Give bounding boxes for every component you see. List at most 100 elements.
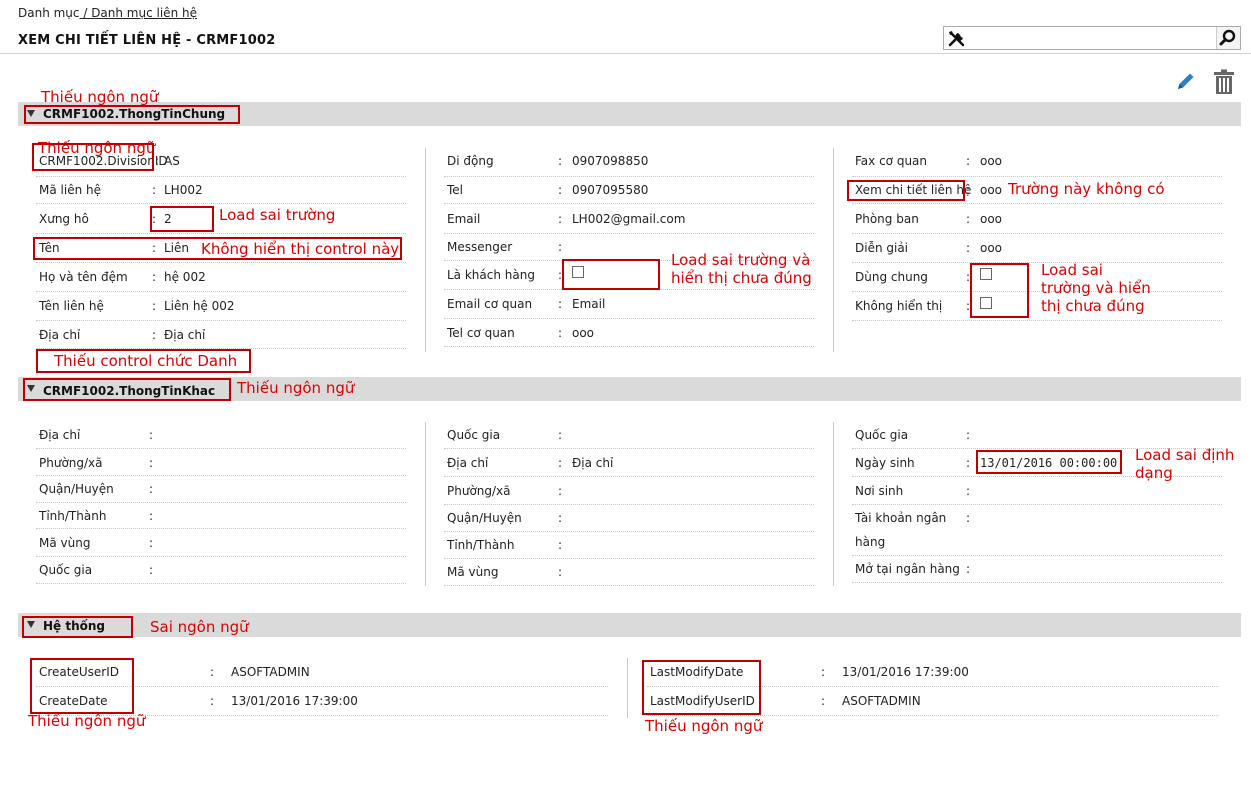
row-divider <box>852 262 1222 263</box>
annotation-box <box>847 180 965 201</box>
annotation-box <box>562 259 660 290</box>
field-value-tel: 0907095580 <box>572 183 649 197</box>
field-label-district: Quận/Huyện <box>39 482 114 496</box>
annotation-box <box>150 206 214 232</box>
field-label-work-tel: Tel cơ quan <box>447 326 515 340</box>
colon: : <box>558 511 563 525</box>
field-label-department: Phòng ban <box>855 212 919 226</box>
row-divider <box>852 320 1222 321</box>
field-value-create-user: ASOFTADMIN <box>231 665 310 679</box>
row-divider <box>852 176 1222 177</box>
colon: : <box>558 456 563 470</box>
colon: : <box>821 665 826 679</box>
colon: : <box>558 428 563 442</box>
colon: : <box>966 241 971 255</box>
field-label-province: Tỉnh/Thành <box>447 538 515 552</box>
annotation-wrong-field-display-line2: hiển thị chưa đúng <box>671 269 812 287</box>
field-label-bank-account: Tài khoản ngân <box>855 511 947 525</box>
annotation-missing-language: Thiếu ngôn ngữ <box>645 717 763 735</box>
field-label-contact-id: Mã liên hệ <box>39 183 101 197</box>
row-divider <box>36 233 406 234</box>
row-divider <box>36 291 406 292</box>
field-label-address: Địa chỉ <box>39 428 81 442</box>
field-label-mobile: Di động <box>447 154 494 168</box>
annotation-box <box>976 450 1122 474</box>
field-value-work-tel: ooo <box>572 326 595 340</box>
field-value-create-date: 13/01/2016 17:39:00 <box>231 694 358 708</box>
field-value-view-detail: ooo <box>980 183 1003 197</box>
breadcrumb-root[interactable]: Danh mục <box>18 6 80 20</box>
row-divider <box>852 291 1222 292</box>
breadcrumb: Danh mục / Danh mục liên hệ <box>18 6 197 20</box>
column-separator <box>833 422 834 586</box>
colon: : <box>155 154 160 168</box>
colon: : <box>558 183 563 197</box>
field-label-description: Diễn giải <box>855 241 909 255</box>
field-value-division: AS <box>164 154 180 168</box>
colon: : <box>821 694 826 708</box>
field-label-ward: Phường/xã <box>447 484 511 498</box>
row-divider <box>36 203 406 204</box>
annotation-wrong-language: Sai ngôn ngữ <box>150 618 249 636</box>
row-divider <box>36 583 406 584</box>
field-label-shared: Dùng chung <box>855 270 928 284</box>
column-separator <box>833 148 834 352</box>
row-divider <box>36 176 406 177</box>
annotation-box <box>642 660 761 715</box>
colon: : <box>966 183 971 197</box>
colon: : <box>149 509 154 523</box>
annotation-wrong-format: Load sai định <box>1135 446 1235 464</box>
colon: : <box>966 212 971 226</box>
field-label-email: Email <box>447 212 481 226</box>
row-divider <box>36 475 406 476</box>
annotation-wrong-field-display: Load sai <box>1041 261 1103 279</box>
row-divider <box>852 555 1222 556</box>
field-label-district: Quận/Huyện <box>447 511 522 525</box>
annotation-wrong-field: Load sai trường <box>219 206 336 224</box>
annotation-missing-language: Thiếu ngôn ngữ <box>28 712 146 730</box>
colon: : <box>152 270 157 284</box>
colon: : <box>558 154 563 168</box>
row-divider <box>444 558 814 559</box>
row-divider <box>444 531 814 532</box>
annotation-missing-title-control: Thiếu control chức Danh <box>54 352 238 370</box>
field-value-address: Địa chỉ <box>572 456 614 470</box>
search-button[interactable] <box>1216 27 1240 49</box>
colon: : <box>149 482 154 496</box>
row-divider <box>444 448 814 449</box>
field-label-tel: Tel <box>447 183 464 197</box>
field-value-mobile: 0907098850 <box>572 154 649 168</box>
tools-icon[interactable] <box>947 29 967 49</box>
field-value-last-modify-date: 13/01/2016 17:39:00 <box>842 665 969 679</box>
search-input[interactable] <box>970 29 1210 47</box>
annotation-box <box>23 378 231 401</box>
field-label-country: Quốc gia <box>447 428 501 442</box>
edit-icon[interactable] <box>1175 70 1197 92</box>
colon: : <box>558 297 563 311</box>
colon: : <box>149 456 154 470</box>
annotation-box <box>32 143 154 171</box>
field-label-work-fax: Fax cơ quan <box>855 154 928 168</box>
field-label-area-code: Mã vùng <box>447 565 499 579</box>
annotation-box <box>30 658 134 714</box>
annotation-box <box>22 616 133 638</box>
colon: : <box>966 428 971 442</box>
header-divider <box>0 53 1251 54</box>
trash-icon[interactable] <box>1212 69 1236 95</box>
colon: : <box>558 484 563 498</box>
field-label-country: Quốc gia <box>39 563 93 577</box>
colon: : <box>966 562 971 576</box>
field-value-contact-name: Liên hệ 002 <box>164 299 235 313</box>
row-divider <box>647 715 1219 716</box>
field-value-address: Địa chỉ <box>164 328 206 342</box>
row-divider <box>36 448 406 449</box>
annotation-wrong-field-display-line3: thị chưa đúng <box>1041 297 1145 315</box>
colon: : <box>966 154 971 168</box>
field-label-middle-name: Họ và tên đệm <box>39 270 128 284</box>
page-title: XEM CHI TIẾT LIÊN HỆ - CRMF1002 <box>18 33 276 48</box>
annotation-missing-language: Thiếu ngôn ngữ <box>41 88 159 106</box>
breadcrumb-current[interactable]: Danh mục liên hệ <box>87 6 197 20</box>
row-divider <box>36 502 406 503</box>
row-divider <box>36 262 406 263</box>
field-label-hidden: Không hiển thị <box>855 299 943 313</box>
